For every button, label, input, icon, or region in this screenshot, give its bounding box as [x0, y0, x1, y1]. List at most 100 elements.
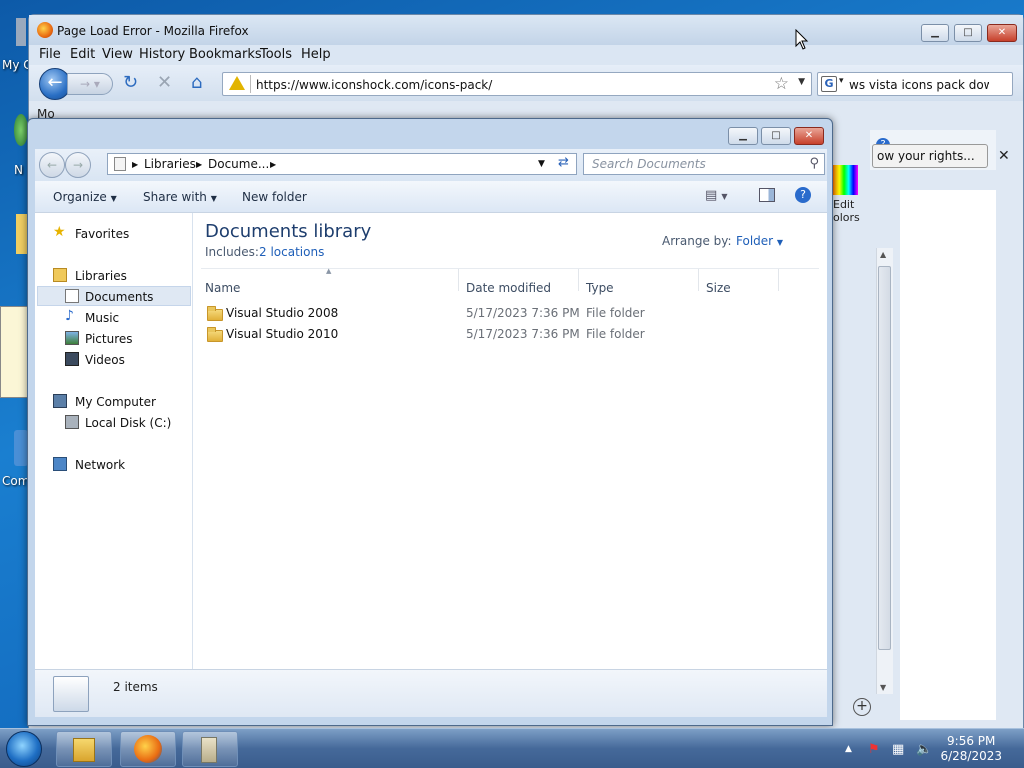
network-icon — [53, 457, 67, 471]
videos-icon — [65, 352, 79, 366]
explorer-close-button[interactable]: ✕ — [794, 127, 824, 145]
sidebar-item-music[interactable]: Music — [85, 311, 119, 325]
desktop-icon-control-panel[interactable] — [14, 430, 28, 466]
show-hidden-icons-icon[interactable]: ▲ — [845, 744, 852, 754]
new-folder-button[interactable]: New folder — [242, 190, 307, 204]
menu-bookmarks[interactable]: Bookmarks — [189, 47, 262, 62]
row-name[interactable]: Visual Studio 2010 — [226, 327, 338, 341]
arrange-by-dropdown[interactable]: Folder ▼ — [736, 234, 783, 248]
url-dropdown-icon[interactable]: ▼ — [798, 77, 805, 87]
url-bar[interactable]: https://www.iconshock.com/icons-pack/ ☆ … — [222, 72, 812, 96]
clock[interactable]: 9:56 PM 6/28/2023 — [940, 734, 1002, 764]
sidebar-item-documents[interactable]: Documents — [85, 290, 153, 304]
scroll-up-icon[interactable]: ▲ — [880, 250, 886, 259]
breadcrumb-arrow-icon[interactable]: ▶ — [196, 160, 202, 169]
explorer-minimize-button[interactable]: ▁ — [728, 127, 758, 145]
libraries-icon — [53, 268, 67, 282]
breadcrumb-arrow-icon[interactable]: ▶ — [270, 160, 276, 169]
close-notification-icon[interactable]: ✕ — [998, 148, 1010, 164]
local-disk-icon — [65, 415, 79, 429]
firefox-title-bar[interactable]: Page Load Error - Mozilla Firefox ▁ □ ✕ — [29, 15, 1023, 45]
column-header-name[interactable]: Name — [205, 281, 240, 295]
firefox-menu-bar: File Edit View History Bookmarks Tools H… — [29, 45, 1023, 65]
scroll-down-icon[interactable]: ▼ — [880, 683, 886, 692]
sidebar-item-pictures[interactable]: Pictures — [85, 332, 133, 346]
sidebar-item-network[interactable]: Network — [75, 458, 125, 472]
row-type: File folder — [586, 327, 645, 341]
refresh-icon[interactable]: ⇄ — [558, 155, 569, 170]
arrange-by-label: Arrange by: — [662, 234, 732, 248]
explorer-maximize-button[interactable]: □ — [761, 127, 791, 145]
explorer-forward-button[interactable]: → — [65, 152, 91, 178]
search-icon[interactable]: ⚲ — [809, 156, 819, 171]
details-pane: 2 items — [35, 669, 827, 717]
sidebar-item-favorites[interactable]: Favorites — [75, 227, 129, 241]
desktop-icon-my-computer[interactable] — [16, 18, 26, 46]
action-center-icon[interactable]: ⚑ — [868, 742, 880, 757]
start-button[interactable] — [6, 731, 42, 767]
reload-icon[interactable]: ↻ — [123, 74, 138, 92]
close-button[interactable]: ✕ — [987, 24, 1017, 42]
search-engine-dropdown-icon[interactable]: ▾ — [839, 76, 844, 86]
share-with-button[interactable]: Share with ▼ — [143, 190, 217, 204]
search-bar[interactable]: G ▾ ws vista icons pack downlo — [817, 72, 1013, 96]
desktop-icon-notepad[interactable] — [0, 306, 28, 398]
sidebar-item-libraries[interactable]: Libraries — [75, 269, 127, 283]
add-icon[interactable]: + — [853, 698, 871, 716]
scrollbar-thumb[interactable] — [878, 266, 891, 650]
firefox-icon — [134, 735, 162, 763]
view-options-icon[interactable]: ▤ ▼ — [705, 188, 728, 203]
volume-icon[interactable]: 🔈 — [916, 742, 932, 757]
maximize-button[interactable]: □ — [954, 24, 982, 42]
stop-icon[interactable]: ✕ — [157, 74, 172, 92]
menu-view[interactable]: View — [102, 47, 133, 62]
sidebar-item-my-computer[interactable]: My Computer — [75, 395, 156, 409]
menu-file[interactable]: File — [39, 47, 61, 62]
menu-history[interactable]: History — [139, 47, 185, 62]
table-row[interactable]: Visual Studio 2010 5/17/2023 7:36 PM Fil… — [193, 324, 827, 344]
url-text[interactable]: https://www.iconshock.com/icons-pack/ — [256, 78, 492, 92]
taskbar-paint-button[interactable] — [182, 731, 238, 767]
taskbar-firefox-button[interactable] — [120, 731, 176, 767]
row-date: 5/17/2023 7:36 PM — [466, 327, 580, 341]
sidebar-item-local-disk[interactable]: Local Disk (C:) — [85, 416, 171, 430]
taskbar-explorer-button[interactable] — [56, 731, 112, 767]
address-bar[interactable]: ▶ Libraries ▶ Docume... ▶ ▼ ⇄ — [107, 153, 577, 175]
includes-locations-link[interactable]: 2 locations — [259, 245, 324, 259]
search-documents-input[interactable]: Search Documents ⚲ — [583, 153, 825, 175]
address-dropdown-icon[interactable]: ▼ — [538, 159, 545, 169]
row-name[interactable]: Visual Studio 2008 — [226, 306, 338, 320]
table-row[interactable]: Visual Studio 2008 5/17/2023 7:36 PM Fil… — [193, 303, 827, 323]
taskbar: ▲ ⚑ ▦ 🔈 9:56 PM 6/28/2023 — [0, 728, 1024, 768]
column-header-size[interactable]: Size — [706, 281, 731, 295]
menu-edit[interactable]: Edit — [70, 47, 95, 62]
favorites-star-icon: ★ — [53, 224, 66, 240]
desktop-label-network: N — [14, 163, 23, 177]
help-icon[interactable]: ? — [795, 187, 811, 203]
preview-pane-icon[interactable] — [759, 188, 775, 202]
computer-icon — [53, 394, 67, 408]
menu-tools[interactable]: Tools — [260, 47, 292, 62]
forward-button[interactable]: → ▾ — [67, 73, 113, 95]
documents-icon — [65, 289, 79, 303]
know-your-rights-button[interactable]: ow your rights... — [872, 144, 988, 168]
folder-icon — [207, 306, 223, 321]
organize-button[interactable]: Organize ▼ — [53, 190, 117, 204]
desktop-icon-network[interactable] — [14, 114, 28, 146]
column-header-type[interactable]: Type — [586, 281, 614, 295]
minimize-button[interactable]: ▁ — [921, 24, 949, 42]
explorer-back-button[interactable]: ← — [39, 152, 65, 178]
documents-library-icon — [53, 676, 89, 712]
sidebar-item-videos[interactable]: Videos — [85, 353, 125, 367]
network-tray-icon[interactable]: ▦ — [892, 742, 904, 757]
column-header-date-modified[interactable]: Date modified — [466, 281, 551, 295]
bookmark-star-icon[interactable]: ☆ — [774, 74, 789, 94]
breadcrumb-arrow-icon[interactable]: ▶ — [132, 160, 138, 169]
home-icon[interactable]: ⌂ — [191, 74, 202, 92]
breadcrumb-libraries[interactable]: Libraries — [144, 157, 196, 171]
breadcrumb-documents[interactable]: Docume... — [208, 157, 269, 171]
navigation-pane: ★ Favorites Libraries Documents ♪ Music … — [35, 213, 193, 669]
google-icon[interactable]: G — [821, 76, 837, 92]
menu-help[interactable]: Help — [301, 47, 331, 62]
search-text[interactable]: ws vista icons pack downlo — [849, 78, 989, 92]
